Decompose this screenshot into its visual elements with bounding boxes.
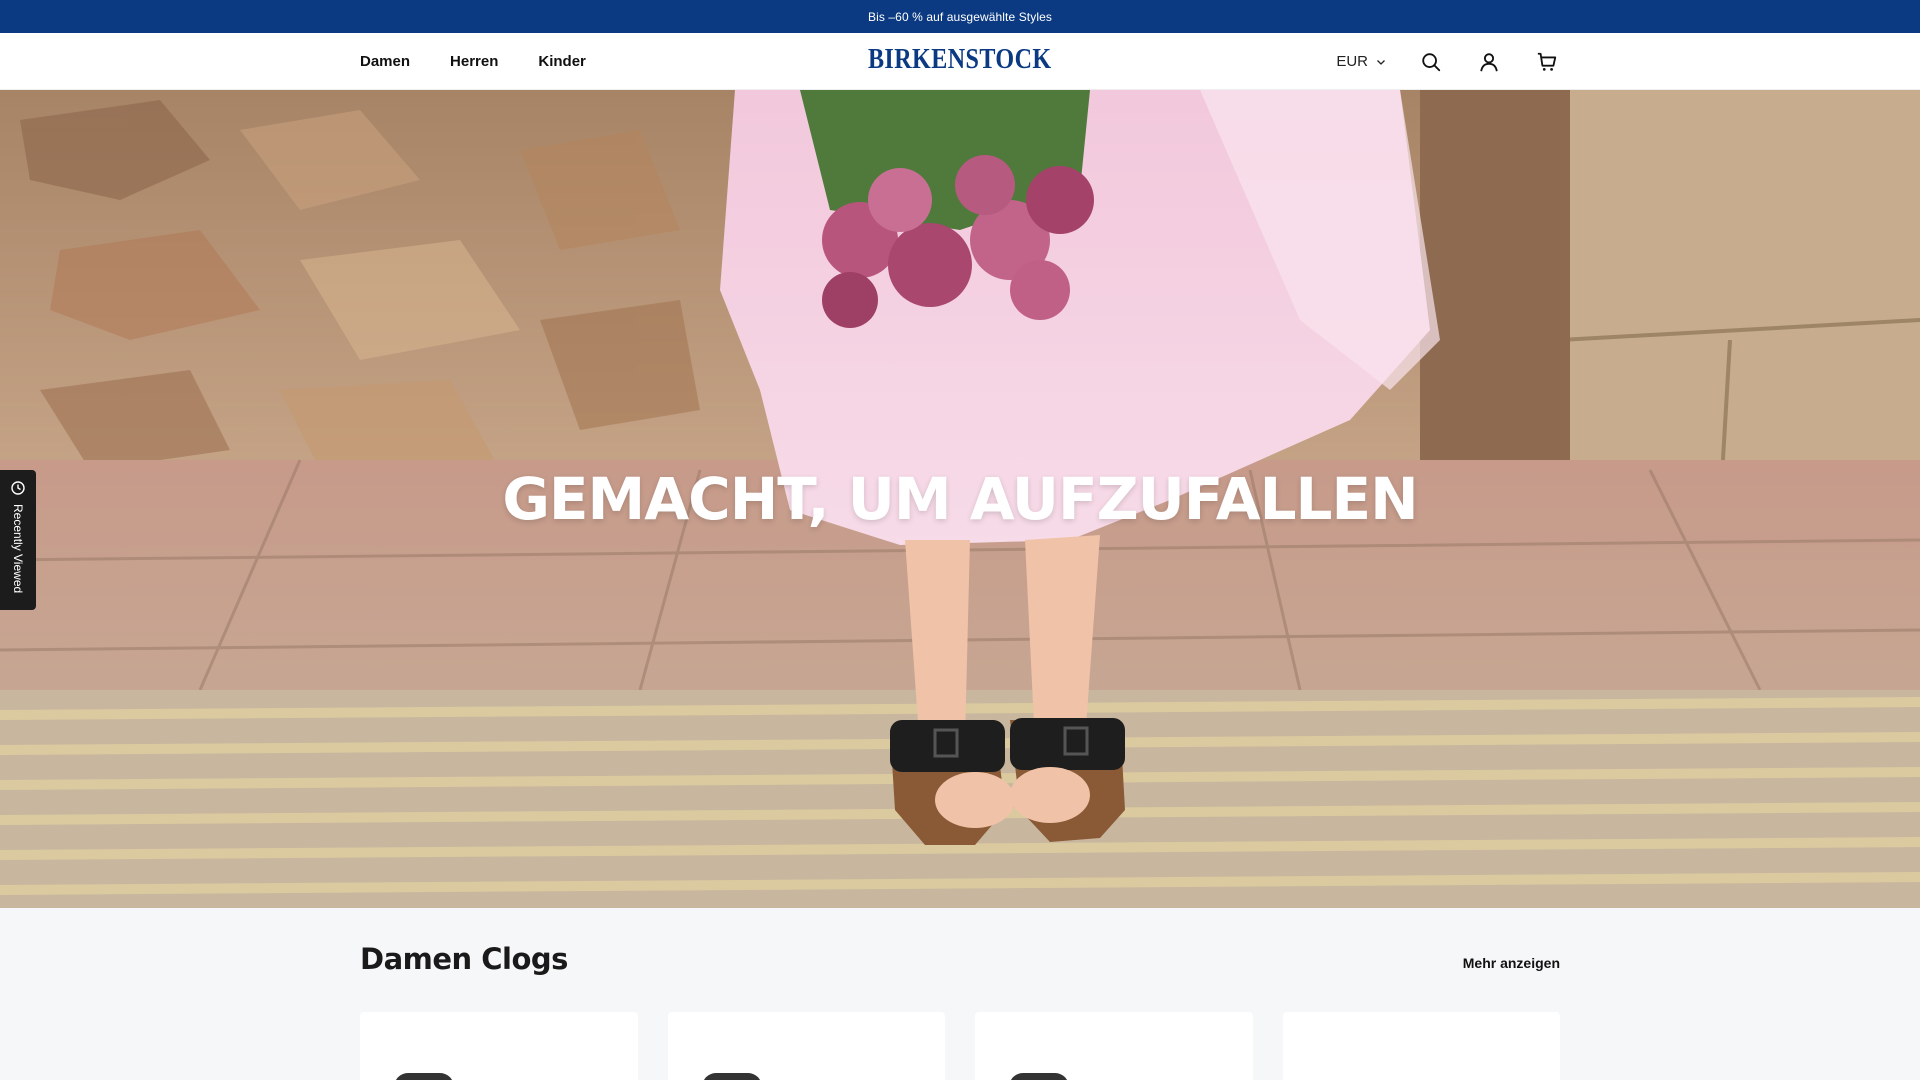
chevron-down-icon (1377, 59, 1385, 65)
cart-icon (1537, 52, 1557, 71)
product-carousel (360, 1012, 1560, 1080)
product-image (394, 1073, 454, 1080)
brand-logo-text: BIRKENSTOCK (868, 44, 1052, 75)
currency-value: EUR (1336, 53, 1368, 70)
history-icon (11, 481, 25, 495)
product-card[interactable] (360, 1012, 638, 1080)
hero-banner[interactable]: GEMACHT, UM AUFZUFALLEN (0, 90, 1920, 908)
show-more-link[interactable]: Mehr anzeigen (1463, 955, 1560, 971)
hero-title: GEMACHT, UM AUFZUFALLEN (502, 465, 1418, 533)
brand-logo[interactable]: BIRKENSTOCK (0, 46, 1920, 74)
recently-viewed-tab[interactable]: Recently Viewed (0, 470, 36, 610)
search-button[interactable] (1418, 49, 1444, 75)
currency-selector[interactable]: EUR (1336, 53, 1386, 70)
promo-text: Bis –60 % auf ausgewählte Styles (868, 9, 1052, 24)
account-button[interactable] (1476, 49, 1502, 75)
product-card[interactable] (1282, 1012, 1560, 1080)
product-image (701, 1073, 762, 1080)
site-header: Damen Herren Kinder BIRKENSTOCK EUR (0, 33, 1920, 90)
search-icon (1422, 52, 1441, 71)
account-icon (1480, 52, 1498, 71)
cart-button[interactable] (1534, 49, 1560, 75)
product-card[interactable] (975, 1012, 1253, 1080)
product-image (1009, 1073, 1069, 1080)
product-card[interactable] (667, 1012, 945, 1080)
promo-banner[interactable]: Bis –60 % auf ausgewählte Styles (0, 0, 1920, 33)
header-tools: EUR (1336, 33, 1560, 90)
section-title: Damen Clogs (360, 942, 568, 976)
recently-viewed-label: Recently Viewed (11, 504, 25, 594)
